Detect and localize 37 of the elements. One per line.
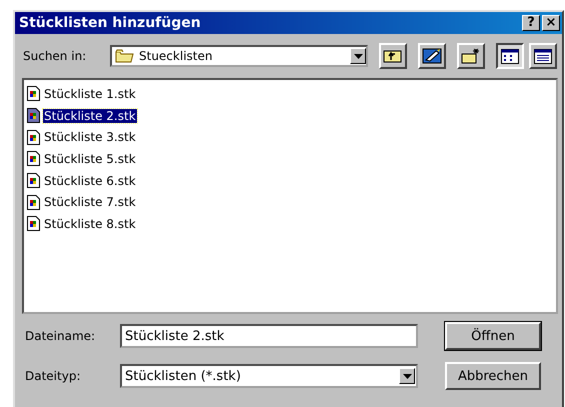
new-folder-button[interactable] xyxy=(457,43,485,69)
details-view-icon xyxy=(534,48,552,64)
filetype-label: Dateityp: xyxy=(25,369,82,383)
close-button[interactable]: × xyxy=(542,15,560,31)
new-folder-icon xyxy=(461,48,481,64)
up-folder-icon xyxy=(383,48,403,64)
file-item[interactable]: Stückliste 3.stk xyxy=(27,126,553,148)
file-item[interactable]: Stückliste 8.stk xyxy=(27,213,553,235)
file-item[interactable]: Stückliste 7.stk xyxy=(27,191,553,214)
look-in-value: Stuecklisten xyxy=(139,49,214,63)
desktop-button[interactable] xyxy=(418,43,446,69)
document-icon xyxy=(27,151,40,166)
filename-field[interactable]: Stückliste 2.stk xyxy=(120,324,418,348)
document-icon xyxy=(27,86,40,102)
document-icon xyxy=(27,173,40,188)
file-item[interactable]: Stückliste 2.stk xyxy=(27,104,553,126)
window-title: Stücklisten hinzufügen xyxy=(19,15,202,31)
help-button[interactable]: ? xyxy=(522,15,540,31)
folder-icon xyxy=(115,48,135,64)
file-item[interactable]: Stückliste 5.stk xyxy=(27,148,553,170)
document-icon xyxy=(27,108,40,124)
file-item[interactable]: Stückliste 1.stk xyxy=(27,83,553,105)
file-item[interactable]: Stückliste 6.stk xyxy=(27,170,553,192)
filename-label: Dateiname: xyxy=(25,329,96,343)
look-in-label: Suchen in: xyxy=(23,49,88,63)
list-view-icon xyxy=(501,48,519,64)
filetype-dropdown[interactable]: Stücklisten (*.stk) xyxy=(120,364,418,388)
look-in-dropdown[interactable]: Stuecklisten xyxy=(110,45,368,67)
document-icon xyxy=(27,194,40,210)
document-icon xyxy=(27,216,40,232)
open-button[interactable]: Öffnen xyxy=(445,322,541,350)
desktop-icon xyxy=(422,48,442,64)
up-folder-button[interactable] xyxy=(379,43,407,69)
details-view-button[interactable] xyxy=(529,43,557,69)
list-view-button[interactable] xyxy=(496,43,524,69)
cancel-button[interactable]: Abbrechen xyxy=(445,362,541,390)
document-icon xyxy=(27,130,40,145)
